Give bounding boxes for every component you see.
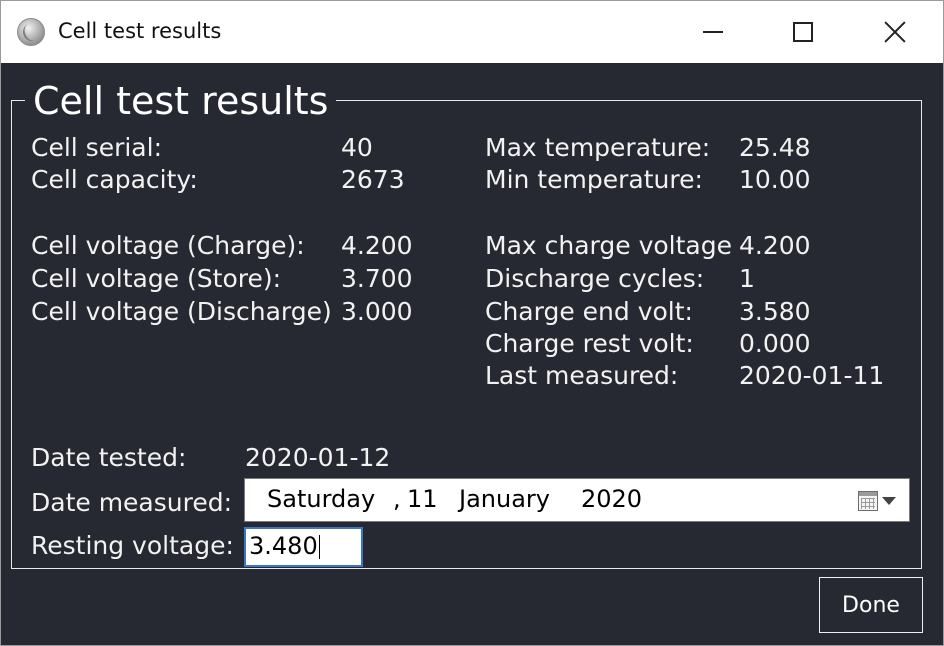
window-title: Cell test results [58,19,222,43]
max-charge-voltage-label: Max charge voltage [485,231,732,260]
min-temperature-value: 10.00 [739,165,811,194]
app-icon [17,18,45,46]
max-temperature-label: Max temperature: [485,133,711,162]
date-tested-value: 2020-01-12 [245,443,391,472]
minimize-icon [703,31,723,33]
cell-serial-label: Cell serial: [31,133,162,162]
cell-test-results-dialog: Cell test results Cell test results Cell… [0,0,944,646]
last-measured-value: 2020-01-11 [739,361,885,390]
date-measured-picker[interactable]: Saturday , 11 January 2020 [244,478,910,522]
maximize-icon [793,22,813,42]
minimize-button[interactable] [667,1,759,63]
max-charge-voltage-value: 4.200 [739,231,811,260]
maximize-button[interactable] [757,1,849,63]
date-day-part[interactable]: Saturday [267,485,375,513]
cell-voltage-store-value: 3.700 [341,264,413,293]
min-temperature-label: Min temperature: [485,165,703,194]
cell-capacity-value: 2673 [341,165,405,194]
title-bar[interactable]: Cell test results [1,1,943,63]
max-temperature-value: 25.48 [739,133,811,162]
chevron-down-icon[interactable] [882,497,896,505]
charge-end-volt-value: 3.580 [739,297,811,326]
resting-voltage-label: Resting voltage: [31,531,234,560]
charge-rest-volt-label: Charge rest volt: [485,329,694,358]
date-number-part[interactable]: 11 [407,485,438,513]
date-year-part[interactable]: 2020 [581,485,642,513]
cell-voltage-charge-value: 4.200 [341,231,413,260]
date-tested-label: Date tested: [31,443,187,472]
cell-voltage-discharge-value: 3.000 [341,297,413,326]
cell-voltage-store-label: Cell voltage (Store): [31,264,282,293]
last-measured-label: Last measured: [485,361,679,390]
cell-voltage-discharge-label: Cell voltage (Discharge) [31,297,332,326]
resting-voltage-input[interactable]: 3.480 [244,527,363,567]
date-separator: , [393,485,401,513]
discharge-cycles-label: Discharge cycles: [485,264,705,293]
cell-serial-value: 40 [341,133,373,162]
close-button[interactable] [849,1,941,63]
date-month-part[interactable]: January [459,485,550,513]
discharge-cycles-value: 1 [739,264,755,293]
cell-capacity-label: Cell capacity: [31,165,198,194]
close-icon [884,21,906,43]
text-caret [318,535,320,559]
date-measured-label: Date measured: [31,488,233,517]
resting-voltage-value[interactable]: 3.480 [249,532,318,560]
charge-end-volt-label: Charge end volt: [485,297,693,326]
done-button[interactable]: Done [819,577,923,633]
charge-rest-volt-value: 0.000 [739,329,811,358]
calendar-icon[interactable] [858,491,878,511]
groupbox-title: Cell test results [25,79,337,123]
cell-voltage-charge-label: Cell voltage (Charge): [31,231,305,260]
